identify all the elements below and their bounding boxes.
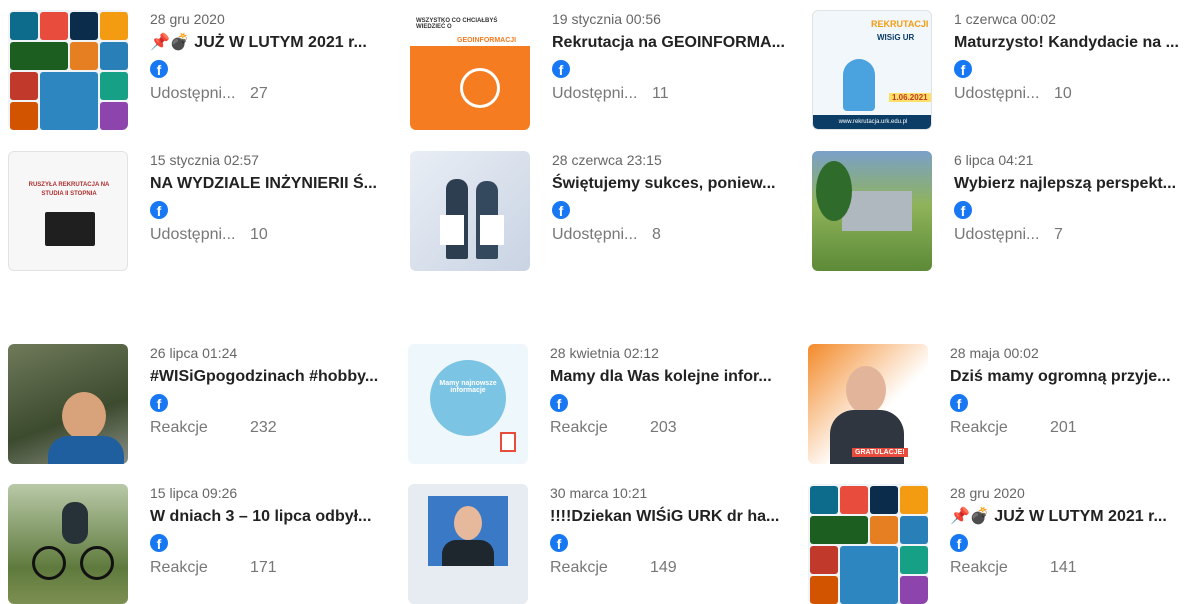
post-date: 26 lipca 01:24 [150,345,238,361]
metric-value: 201 [1050,419,1077,436]
post-date: 28 maja 00:02 [950,345,1039,361]
facebook-icon: f [552,201,570,219]
post-title[interactable]: !!!!Dziekan WIŚiG URK dr ha... [550,506,790,528]
metric-value: 8 [652,226,661,243]
metric-value: 149 [650,559,677,576]
facebook-icon: f [150,60,168,78]
metric-label: Udostępni... [552,226,638,243]
metric-value: 232 [250,419,277,436]
post-thumbnail[interactable]: REKRUTACJI WISiG UR 1.06.2021 www.rekrut… [812,10,932,130]
thumbnail-date: 1.06.2021 [889,93,931,102]
post-title[interactable]: Dziś mamy ogromną przyje... [950,366,1189,388]
thumbnail-subheading: STUDIA II STOPNIA [41,191,97,197]
post-thumbnail[interactable] [8,484,128,604]
metric-label: Reakcje [950,559,1008,576]
certificate-right [480,215,504,245]
facebook-icon: f [950,534,968,552]
person-face [846,366,886,414]
clipboard-icon [500,432,516,452]
building-illustration [842,191,912,231]
metric-label: Udostępni... [552,85,638,102]
metric-label: Reakcje [550,559,608,576]
metric-label: Udostępni... [150,85,236,102]
bubble-graphic [430,360,506,436]
post-title[interactable]: Wybierz najlepszą perspekt... [954,173,1189,195]
post-thumbnail[interactable] [410,151,530,271]
post-thumbnail[interactable] [812,151,932,271]
thumbnail-heading: WSZYSTKO CO CHCIAŁBYŚ WIEDZIEĆ O [416,18,498,30]
metric-label: Reakcje [550,419,608,436]
post-title[interactable]: Świętujemy sukces, poniew... [552,173,792,195]
post-date: 28 gru 2020 [150,11,225,27]
thumbnail-heading: RUSZYŁA REKRUTACJA NA [28,182,110,188]
bike-wheel-front [80,546,114,580]
thumbnail-tag: GEOINFORMACJI [454,36,520,45]
certificate-left [440,215,464,245]
post-thumbnail[interactable]: Mamy najnowsze informacje [408,344,528,464]
bike-wheel-rear [32,546,66,580]
facebook-icon: f [150,201,168,219]
metric-label: Udostępni... [954,226,1040,243]
metric-value: 203 [650,419,677,436]
post-title[interactable]: NA WYDZIALE INŻYNIERII Ś... [150,173,390,195]
metric-label: Reakcje [150,419,208,436]
post-title[interactable]: Mamy dla Was kolejne infor... [550,366,790,388]
facebook-icon: f [150,394,168,412]
post-date: 28 gru 2020 [950,485,1025,501]
facebook-icon: f [150,534,168,552]
metric-label: Udostępni... [954,85,1040,102]
person-face [454,506,482,540]
post-thumbnail[interactable] [8,344,128,464]
post-date: 28 czerwca 23:15 [552,152,662,168]
post-thumbnail[interactable] [408,484,528,604]
post-date: 15 stycznia 02:57 [150,152,259,168]
post-title[interactable]: 📌💣 JUŻ W LUTYM 2021 r... [950,506,1189,528]
metric-label: Reakcje [950,419,1008,436]
thumbnail-heading: Mamy najnowsze informacje [439,380,497,394]
post-title[interactable]: 📌💣 JUŻ W LUTYM 2021 r... [150,32,390,54]
thumbnail-subtag: WISiG UR [877,33,915,42]
thumbnail-url: www.rekrutacja.urk.edu.pl [813,115,931,129]
post-thumbnail[interactable]: WSZYSTKO CO CHCIAŁBYŚ WIEDZIEĆ O GEOINFO… [410,10,530,130]
facebook-icon: f [550,394,568,412]
person-illustration [843,59,875,111]
facebook-icon: f [552,60,570,78]
person-face [62,392,106,440]
post-thumbnail[interactable]: GRATULACJE! [808,344,928,464]
post-date: 1 czerwca 00:02 [954,11,1056,27]
post-date: 19 stycznia 00:56 [552,11,661,27]
thumbnail-banner: GRATULACJE! [852,448,908,457]
metric-value: 171 [250,559,277,576]
metric-value: 7 [1054,226,1063,243]
facebook-icon: f [950,394,968,412]
post-title[interactable]: W dniach 3 – 10 lipca odbył... [150,506,390,528]
metric-value: 27 [250,85,268,102]
post-thumbnail[interactable] [8,10,128,130]
metric-label: Udostępni... [150,226,236,243]
person-suit [442,540,494,566]
post-date: 30 marca 10:21 [550,485,648,501]
facebook-icon: f [954,60,972,78]
post-title[interactable]: Rekrutacja na GEOINFORMA... [552,32,792,54]
facebook-icon: f [954,201,972,219]
globe-icon [460,68,500,108]
monitor-illustration [45,212,95,246]
post-thumbnail[interactable]: RUSZYŁA REKRUTACJA NA STUDIA II STOPNIA [8,151,128,271]
metric-value: 10 [1054,85,1072,102]
metric-value: 10 [250,226,268,243]
metric-value: 141 [1050,559,1077,576]
metric-label: Reakcje [150,559,208,576]
metric-value: 11 [652,85,669,102]
cyclist-body [62,502,88,544]
post-date: 15 lipca 09:26 [150,485,238,501]
post-date: 6 lipca 04:21 [954,152,1034,168]
person-jacket [48,436,124,464]
thumbnail-tag: REKRUTACJI [871,19,929,29]
post-title[interactable]: Maturzysto! Kandydacie na ... [954,32,1189,54]
post-title[interactable]: #WISiGpogodzinach #hobby... [150,366,390,388]
tree-illustration [816,161,852,221]
post-date: 28 kwietnia 02:12 [550,345,659,361]
post-thumbnail[interactable] [808,484,928,604]
facebook-icon: f [550,534,568,552]
